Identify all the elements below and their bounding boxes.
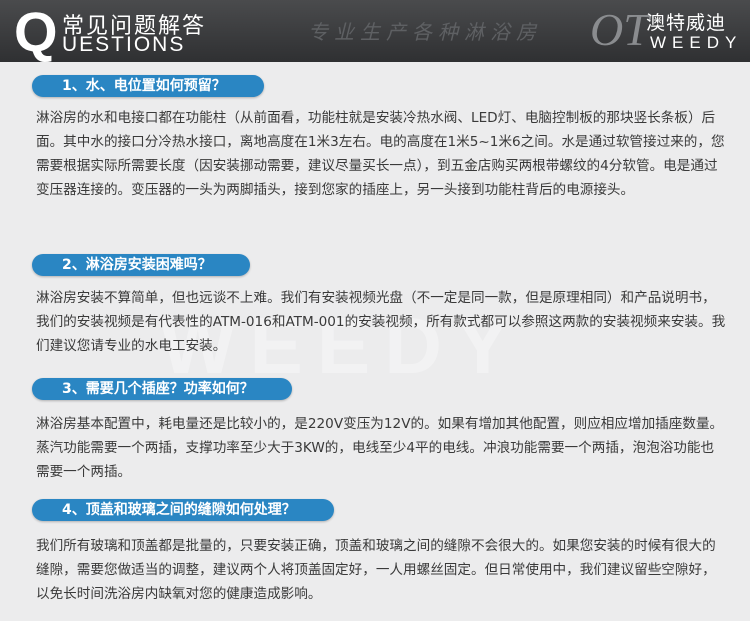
q-logo-letter: Q — [14, 0, 58, 63]
faq-question-2: 2、淋浴房安装困难吗？ — [32, 254, 250, 276]
slogan: 专业生产各种淋浴房 — [308, 20, 542, 44]
faq-question-4: 4、顶盖和玻璃之间的缝隙如何处理？ — [32, 499, 334, 521]
faq-question-1: 1、水、电位置如何预留？ — [32, 75, 264, 97]
faq-answer-1: 淋浴房的水和电接口都在功能柱（从前面看，功能柱就是安装冷热水阀、LED灯、电脑控… — [36, 110, 725, 198]
faq-question-3: 3、需要几个插座？功率如何？ — [32, 378, 292, 400]
faq-answer-3: 淋浴房基本配置中，耗电量还是比较小的，是220V变压为12V的。如果有增加其他配… — [36, 416, 724, 480]
brand-name-cn: 澳特威迪 — [646, 12, 727, 34]
faq-answer-2: 淋浴房安装不算简单，但也远谈不上难。我们有安装视频光盘（不一定是同一款，但是原理… — [36, 290, 726, 354]
page-subtitle: UESTIONS — [62, 33, 186, 56]
faq-answer-4: 我们所有玻璃和顶盖都是批量的，只要安装正确，顶盖和玻璃之间的缝隙不会很大的。如果… — [36, 538, 716, 602]
brand-name-en: WEEDY — [650, 33, 743, 52]
brand-logo-mark: OT — [590, 4, 649, 55]
page-header: Q 常见问题解答 UESTIONS 专业生产各种淋浴房 OT 澳特威迪 WEED… — [0, 0, 750, 62]
